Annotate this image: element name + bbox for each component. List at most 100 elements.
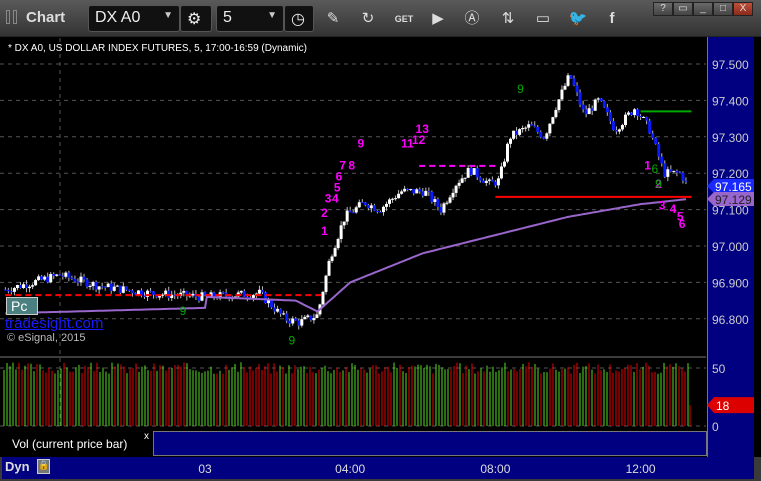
candle-body — [118, 285, 122, 293]
candle-body — [569, 75, 573, 79]
candle-body — [627, 112, 630, 115]
candle-body — [484, 180, 488, 183]
candle-body — [191, 293, 195, 296]
ma-value: 97.129 — [715, 193, 752, 207]
candle-body — [315, 314, 319, 319]
candle-body — [348, 210, 352, 213]
candle-body — [46, 276, 50, 283]
candle-body — [282, 313, 286, 315]
candle-body — [375, 210, 379, 212]
candle-body — [360, 202, 364, 204]
candle-body — [152, 291, 156, 295]
candle-body — [515, 130, 519, 135]
candle-body — [372, 205, 376, 211]
candle-body — [363, 202, 367, 205]
candle-body — [648, 120, 652, 134]
candle-body — [524, 127, 528, 129]
candle-body — [221, 292, 225, 294]
candle-body — [427, 190, 431, 192]
candle-body — [294, 318, 298, 321]
volume-last-tag — [707, 397, 754, 414]
price-tick-label: 96.900 — [712, 276, 749, 290]
candle-body — [164, 290, 168, 295]
candle-body — [560, 89, 564, 100]
candle-body — [149, 290, 153, 292]
candle-body — [645, 117, 649, 121]
candle-body — [64, 272, 68, 277]
price-tick-label: 97.300 — [712, 131, 749, 145]
candle-body — [463, 177, 467, 179]
candle-body — [73, 278, 77, 282]
candle-body — [509, 138, 513, 144]
close-pane-icon[interactable]: x — [144, 431, 149, 442]
candle-body — [279, 308, 283, 314]
td-count-label: 6 — [651, 162, 658, 176]
candle-body — [136, 290, 140, 295]
candle-body — [391, 198, 395, 200]
candle-body — [345, 210, 349, 222]
candle-body — [400, 191, 404, 194]
candle-body — [575, 85, 579, 93]
dynamic-label[interactable]: Dyn — [5, 459, 30, 474]
candle-body — [257, 289, 261, 294]
time-tick-label: 12:00 — [625, 462, 656, 476]
td-count-label: 3 — [325, 191, 332, 205]
candle-body — [518, 129, 522, 135]
candle-body — [527, 124, 531, 128]
lock-icon[interactable]: 🔒 — [37, 459, 50, 474]
candle-body — [351, 212, 355, 214]
candle-body — [675, 170, 679, 173]
candle-body — [342, 221, 346, 226]
candle-body — [472, 168, 476, 175]
candle-body — [339, 225, 343, 239]
pc-badge[interactable]: Pc — [6, 297, 38, 315]
candle-body — [182, 291, 186, 293]
candle-body — [267, 300, 271, 304]
candle-body — [312, 318, 316, 321]
candle-body — [581, 104, 585, 110]
candle-body — [106, 283, 110, 288]
time-tick-label: 03 — [198, 462, 212, 476]
candle-body — [37, 276, 41, 281]
candle-body — [506, 143, 509, 162]
time-axis[interactable]: 03 04:00 08:00 12:00 — [2, 457, 754, 479]
candle-body — [633, 109, 637, 116]
candle-body — [79, 276, 83, 283]
candle-body — [433, 199, 437, 202]
candle-body — [260, 289, 264, 293]
chart-svg: 97.50097.40097.30097.20097.10097.00096.9… — [0, 38, 754, 434]
td-count-label: 6 — [679, 217, 686, 231]
candle-body — [424, 190, 428, 196]
candle-body — [381, 206, 385, 213]
candle-body — [333, 248, 337, 257]
candle-body — [512, 130, 516, 139]
candle-body — [493, 181, 497, 186]
td-count-label: 1 — [644, 159, 651, 173]
candle-body — [563, 85, 567, 90]
candle-body — [22, 284, 25, 289]
pane-strip — [153, 431, 707, 456]
candle-body — [406, 188, 410, 190]
td-count-label: 8 — [348, 159, 355, 173]
watermark-link[interactable]: tradesight.com — [5, 315, 103, 332]
td-count-label: 9 — [357, 137, 364, 151]
candle-body — [651, 133, 655, 138]
candle-body — [596, 98, 600, 100]
candle-body — [415, 189, 419, 194]
candle-body — [620, 125, 624, 130]
candle-body — [660, 156, 664, 164]
candle-body — [666, 169, 670, 177]
candle-body — [388, 199, 392, 204]
candle-body — [70, 277, 74, 279]
candle-body — [654, 137, 658, 144]
candle-body — [466, 168, 470, 178]
candle-body — [478, 177, 482, 181]
candle-body — [52, 274, 56, 276]
candle-body — [354, 207, 358, 213]
candle-body — [28, 286, 32, 289]
volume-tick-label: 0 — [712, 420, 719, 434]
candle-body — [608, 112, 612, 122]
candle-body — [397, 193, 401, 199]
td-count-label: 7 — [339, 159, 346, 173]
candle-body — [197, 296, 201, 301]
